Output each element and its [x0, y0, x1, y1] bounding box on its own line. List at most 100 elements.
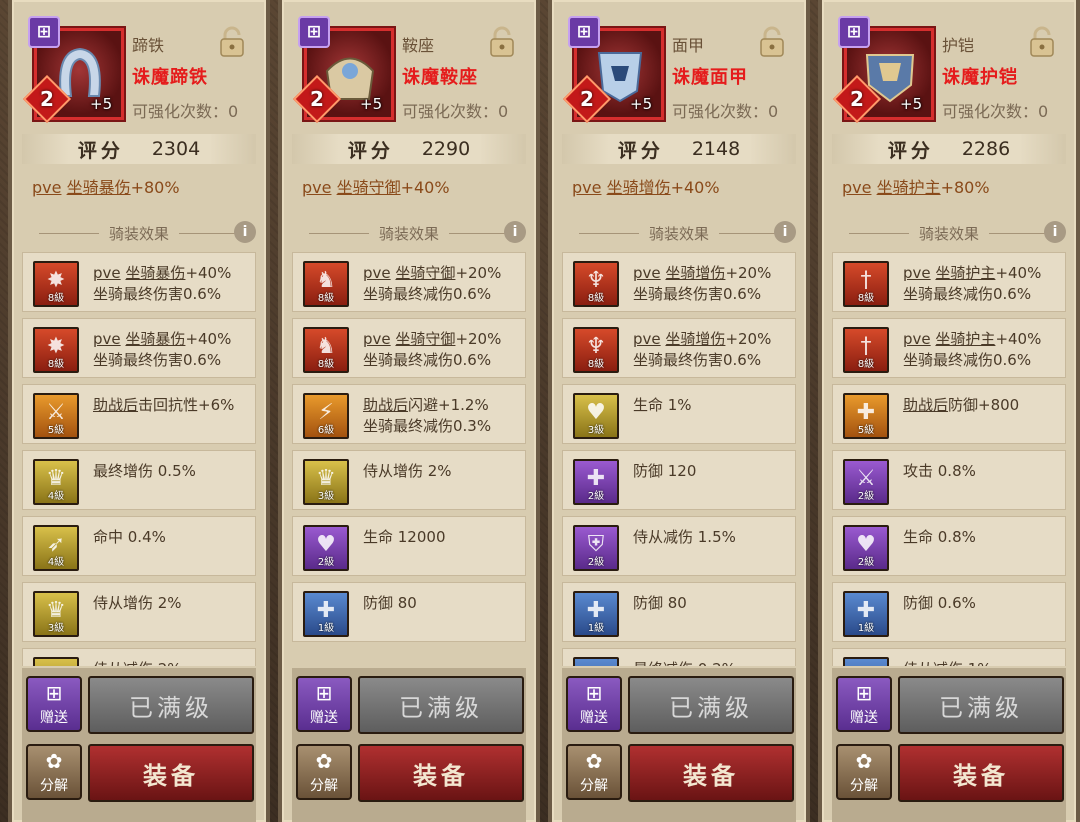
effect-row[interactable]: ✚ 2級 防御 120	[562, 450, 796, 510]
info-icon[interactable]: i	[1044, 221, 1066, 243]
effect-row[interactable]: † 8級 pve 坐骑护主+40% 坐骑最终减伤0.6%	[832, 318, 1066, 378]
equipment-panel: ⊞ 2 +5 鞍座 诛魔鞍座 可强化次数：0 评分 2290 pve 坐骑守御+…	[278, 0, 540, 822]
effect-text: 最终减伤 0.2%	[633, 659, 736, 666]
effect-row[interactable]: ✚ 侍从减伤 1%	[832, 648, 1066, 666]
effect-stat-link[interactable]: 助战后	[903, 396, 948, 414]
effect-row[interactable]: ⚔ 5級 助战后击回抗性+6%	[22, 384, 256, 444]
dismantle-label: 分解	[850, 778, 878, 794]
effect-row[interactable]: ♛ 3級 侍从增伤 2%	[22, 582, 256, 642]
effect-pve-prefix: pve	[93, 264, 121, 282]
effect-level: 6級	[317, 425, 335, 436]
effects-list[interactable]: † 8級 pve 坐骑护主+40% 坐骑最终减伤0.6% † 8級 pve 坐骑…	[832, 252, 1066, 666]
effect-row[interactable]: ✸ 8級 pve 坐骑暴伤+40% 坐骑最终伤害0.6%	[22, 252, 256, 312]
effect-stat-link[interactable]: 坐骑护主	[935, 330, 995, 348]
equip-button[interactable]: 装备	[898, 744, 1064, 802]
effect-row[interactable]: ⚡ 6級 助战后闪避+1.2% 坐骑最终减伤0.3%	[292, 384, 526, 444]
enhance-level: +5	[90, 95, 113, 113]
burst-icon: ✸ 8級	[33, 261, 79, 307]
effect-stat-link[interactable]: 坐骑暴伤	[125, 264, 185, 282]
effect-row[interactable]: ✚ 5級 助战后防御+800	[832, 384, 1066, 444]
effect-row[interactable]: ♥ 2級 生命 12000	[292, 516, 526, 576]
effect-stat-link[interactable]: 助战后	[93, 396, 138, 414]
lock-icon[interactable]	[758, 26, 786, 58]
effect-stat-link[interactable]: 坐骑护主	[935, 264, 995, 282]
effect-glyph: ✚	[857, 664, 875, 667]
effects-list[interactable]: ✸ 8級 pve 坐骑暴伤+40% 坐骑最终伤害0.6% ✸ 8級 pve 坐骑…	[22, 252, 256, 666]
max-level-button[interactable]: 已满级	[88, 676, 254, 734]
gift-button[interactable]: ⊞ 赠送	[836, 676, 892, 732]
effect-stat-link[interactable]: 坐骑增伤	[665, 264, 725, 282]
effect-row[interactable]: ✚ 1級 防御 80	[292, 582, 526, 642]
score-value: 2304	[151, 138, 201, 160]
action-bar: ⊞ 赠送 已满级 ✿ 分解 装备	[22, 668, 256, 822]
score-bar: 评分 2148	[562, 134, 796, 164]
effect-value: 侍从减伤 2%	[93, 660, 182, 666]
effect-row[interactable]: ✸ 8級 pve 坐骑暴伤+40% 坐骑最终伤害0.6%	[22, 318, 256, 378]
pve-stat-link[interactable]: 坐骑暴伤	[67, 178, 131, 197]
effect-row[interactable]: ⚔ 2級 攻击 0.8%	[832, 450, 1066, 510]
effect-stat-link[interactable]: 坐骑暴伤	[125, 330, 185, 348]
effect-row[interactable]: ✚ 1級 防御 80	[562, 582, 796, 642]
effect-row[interactable]: † 8級 pve 坐骑护主+40% 坐骑最终减伤0.6%	[832, 252, 1066, 312]
gift-button[interactable]: ⊞ 赠送	[26, 676, 82, 732]
info-icon[interactable]: i	[234, 221, 256, 243]
effect-value: +40%	[185, 330, 232, 348]
gift-button[interactable]: ⊞ 赠送	[566, 676, 622, 732]
gift-button[interactable]: ⊞ 赠送	[296, 676, 352, 732]
item-name: 诛魔面甲	[672, 67, 748, 88]
info-icon[interactable]: i	[774, 221, 796, 243]
effect-text: pve 坐骑守御+20% 坐骑最终减伤0.6%	[363, 329, 501, 371]
effect-row[interactable]: ✚ 最终减伤 0.2%	[562, 648, 796, 666]
effect-value: +20%	[725, 264, 772, 282]
gift-label: 赠送	[310, 710, 338, 726]
equip-button[interactable]: 装备	[358, 744, 524, 802]
effect-stat-link[interactable]: 坐骑守御	[395, 264, 455, 282]
effect-row[interactable]: ♛ 4級 最终增伤 0.5%	[22, 450, 256, 510]
effect-stat-link[interactable]: 坐骑增伤	[665, 330, 725, 348]
effects-list[interactable]: ♆ 8級 pve 坐骑增伤+20% 坐骑最终伤害0.6% ♆ 8級 pve 坐骑…	[562, 252, 796, 666]
lock-icon[interactable]	[488, 26, 516, 58]
effects-list[interactable]: ♞ 8級 pve 坐骑守御+20% 坐骑最终减伤0.6% ♞ 8級 pve 坐骑…	[292, 252, 526, 666]
effect-text: 生命 0.8%	[903, 527, 976, 548]
effect-row[interactable]: ♞ 8級 pve 坐骑守御+20% 坐骑最终减伤0.6%	[292, 318, 526, 378]
effect-stat-link[interactable]: 助战后	[363, 396, 408, 414]
star-level: 2	[580, 87, 594, 111]
gift-icon: ⊞	[838, 16, 870, 48]
effect-text: 侍从增伤 2%	[93, 593, 182, 614]
dismantle-button[interactable]: ✿ 分解	[566, 744, 622, 800]
dismantle-button[interactable]: ✿ 分解	[836, 744, 892, 800]
equip-button[interactable]: 装备	[88, 744, 254, 802]
info-icon[interactable]: i	[504, 221, 526, 243]
effect-row[interactable]: ♥ 3級 生命 1%	[562, 384, 796, 444]
effect-row[interactable]: ♥ 2級 生命 0.8%	[832, 516, 1066, 576]
score-value: 2148	[691, 138, 741, 160]
lock-icon[interactable]	[218, 26, 246, 58]
trident-icon: ♆ 8級	[573, 261, 619, 307]
effect-row[interactable]: ♆ 8級 pve 坐骑增伤+20% 坐骑最终伤害0.6%	[562, 252, 796, 312]
effect-value: +40%	[185, 264, 232, 282]
effect-row[interactable]: ⛨ 2級 侍从减伤 1.5%	[562, 516, 796, 576]
effect-row[interactable]: ✚ 侍从减伤 2%	[22, 648, 256, 666]
pve-stat-link[interactable]: 坐骑护主	[877, 178, 941, 197]
max-level-button[interactable]: 已满级	[628, 676, 794, 734]
lock-icon[interactable]	[1028, 26, 1056, 58]
effect-row[interactable]: ➶ 4級 命中 0.4%	[22, 516, 256, 576]
effect-value: 防御 120	[633, 462, 697, 480]
action-bar: ⊞ 赠送 已满级 ✿ 分解 装备	[292, 668, 526, 822]
max-level-button[interactable]: 已满级	[898, 676, 1064, 734]
effect-row[interactable]: ♞ 8級 pve 坐骑守御+20% 坐骑最终减伤0.6%	[292, 252, 526, 312]
pve-stat-link[interactable]: 坐骑守御	[337, 178, 401, 197]
pve-value: +80%	[130, 178, 180, 197]
effect-line2: 坐骑最终伤害0.6%	[633, 351, 762, 369]
section-title-text: 骑装效果	[378, 224, 439, 243]
equip-button[interactable]: 装备	[628, 744, 794, 802]
effect-stat-link[interactable]: 坐骑守御	[395, 330, 455, 348]
dismantle-button[interactable]: ✿ 分解	[26, 744, 82, 800]
effect-row[interactable]: ✚ 1級 防御 0.6%	[832, 582, 1066, 642]
max-level-button[interactable]: 已满级	[358, 676, 524, 734]
pve-stat-link[interactable]: 坐骑增伤	[607, 178, 671, 197]
effect-row[interactable]: ♛ 3級 侍从增伤 2%	[292, 450, 526, 510]
effect-row[interactable]: ♆ 8級 pve 坐骑增伤+20% 坐骑最终伤害0.6%	[562, 318, 796, 378]
score-label: 评分	[887, 139, 934, 162]
dismantle-button[interactable]: ✿ 分解	[296, 744, 352, 800]
